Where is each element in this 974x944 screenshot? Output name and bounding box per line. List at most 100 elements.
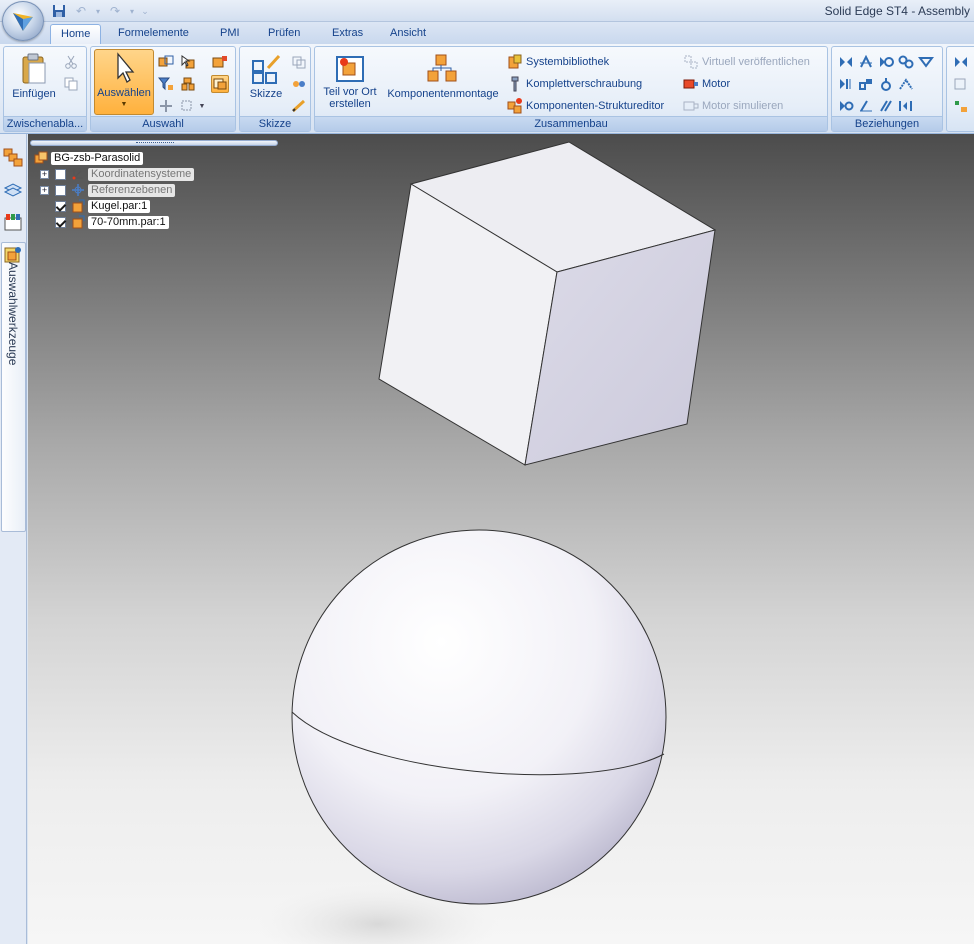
tab-home[interactable]: Home <box>50 24 102 44</box>
cam-icon[interactable] <box>877 75 895 93</box>
select-button[interactable]: Auswählen ▼ <box>94 49 154 115</box>
visibility-checkbox[interactable] <box>55 184 66 196</box>
tree-root-label: BG-zsb-Parasolid <box>51 151 144 165</box>
tab-extras[interactable]: Extras <box>322 24 373 44</box>
layers-icon[interactable] <box>3 180 23 200</box>
visibility-checkbox[interactable] <box>55 168 66 180</box>
part-icon <box>71 215 85 229</box>
tree-root[interactable]: BG-zsb-Parasolid <box>34 151 144 165</box>
visibility-checkbox[interactable] <box>55 200 66 212</box>
mate-icon[interactable] <box>837 53 855 71</box>
sketch-label: Skizze <box>249 88 283 100</box>
application-button[interactable] <box>2 1 44 41</box>
axial-align-icon[interactable] <box>877 53 895 71</box>
tree-item-70-70mm[interactable]: 70-70mm.par:1 <box>55 215 169 229</box>
expand-icon[interactable]: + <box>40 185 49 195</box>
select-part-icon[interactable] <box>157 53 175 71</box>
undo-icon[interactable]: ↶ <box>72 3 90 19</box>
tab-ansicht[interactable]: Ansicht <box>380 24 436 44</box>
structure-editor-label: Komponenten-Strukturedi­tor <box>526 100 665 112</box>
highlight-part-icon[interactable] <box>211 53 229 71</box>
feature-library-icon[interactable] <box>3 212 23 232</box>
pane-splitter[interactable] <box>30 140 278 146</box>
part-icon <box>71 199 85 213</box>
relations-group: Beziehungen <box>831 46 943 132</box>
tab-formelemente[interactable]: Formelemente <box>108 24 199 44</box>
3d-viewport[interactable] <box>28 134 974 944</box>
save-icon[interactable] <box>50 3 68 19</box>
tree-item-referenzebenen[interactable]: + Referenzebenen <box>40 183 176 197</box>
cube-part[interactable] <box>378 141 717 466</box>
copy-sketch-icon[interactable] <box>290 53 308 71</box>
structure-editor-button[interactable]: Komponenten-Strukturedi­tor <box>507 97 664 115</box>
cut-icon[interactable] <box>62 53 80 71</box>
gear-relation-icon[interactable] <box>837 97 855 115</box>
face-select-icon[interactable] <box>211 75 229 93</box>
planar-align-icon[interactable] <box>857 53 875 71</box>
chevron-down-icon[interactable]: ▾ <box>94 3 102 19</box>
title-bar: ↶ ▾ ↷ ▾ ⌄ Solid Edge ST4 - Assembly <box>0 0 974 22</box>
chevron-down-icon[interactable]: ▾ <box>128 3 136 19</box>
components-assembly-label: Komponentenmontage <box>387 88 499 100</box>
create-in-place-label-2: erstellen <box>329 98 371 110</box>
parallel-icon[interactable] <box>857 97 875 115</box>
sphere-part[interactable] <box>291 529 667 905</box>
tree-icon[interactable] <box>952 97 970 115</box>
components-assembly-button[interactable]: Komponentenmontage <box>383 53 503 100</box>
flip-icon[interactable] <box>952 53 970 71</box>
assembly-select-icon[interactable] <box>179 75 197 93</box>
paste-button[interactable]: Einfügen <box>8 53 60 100</box>
selection-tools-label: Auswahlwerkzeuge <box>6 262 20 366</box>
visibility-checkbox[interactable] <box>55 216 66 228</box>
fastener-label: Komplettverschraubung <box>526 78 643 90</box>
assembly-scene[interactable] <box>28 134 974 944</box>
simulate-motor-button[interactable]: Motor simulieren <box>683 97 783 115</box>
create-in-place-icon <box>334 53 366 83</box>
assembly-group-label: Zusammenbau <box>315 116 827 131</box>
chevron-down-icon[interactable]: ▼ <box>197 97 207 115</box>
copy-icon[interactable] <box>62 75 80 93</box>
connect-icon[interactable] <box>917 53 935 71</box>
system-library-label: Systembibliothek <box>526 56 610 68</box>
filter-icon[interactable] <box>157 75 175 93</box>
paste-label: Einfügen <box>12 88 56 100</box>
virtual-publish-button[interactable]: Virtuell veröffentlichen <box>683 53 810 71</box>
motor-button[interactable]: Motor <box>683 75 730 93</box>
solid-edge-logo-icon <box>13 13 33 31</box>
redo-icon[interactable]: ↷ <box>106 3 124 19</box>
customize-icon[interactable]: ⌄ <box>140 3 150 19</box>
link-sketch-icon[interactable] <box>290 75 308 93</box>
system-library-button[interactable]: Systembibliothek <box>507 53 609 71</box>
move-icon[interactable] <box>157 97 175 115</box>
insert-icon[interactable] <box>897 53 915 71</box>
create-in-place-button[interactable]: Teil vor Ort erstellen <box>319 53 381 110</box>
side-toolstrip: Auswahlwerkzeuge <box>0 134 27 944</box>
create-in-place-label: Teil vor Ort <box>323 86 377 98</box>
rigid-set-icon[interactable] <box>877 97 895 115</box>
angle-icon[interactable] <box>837 75 855 93</box>
sketch-group-label: Skizze <box>240 116 310 131</box>
sketch-button[interactable]: Skizze <box>244 53 288 100</box>
relations-group-label: Beziehungen <box>832 116 942 131</box>
tree-item-koordinatensysteme[interactable]: + Koordinatensysteme <box>40 167 195 181</box>
tree-item-kugel[interactable]: Kugel.par:1 <box>55 199 151 213</box>
tab-pmi[interactable]: PMI <box>210 24 250 44</box>
fastener-button[interactable]: Komplettverschraubung <box>507 75 642 93</box>
pencil-icon[interactable] <box>290 97 308 115</box>
tree-item-label: Referenzebenen <box>88 183 176 197</box>
center-plane-icon[interactable] <box>897 97 915 115</box>
path-icon[interactable] <box>897 75 915 93</box>
tree-item-label: 70-70mm.par:1 <box>88 215 169 229</box>
tangent-icon[interactable] <box>857 75 875 93</box>
select-cursor-part-icon[interactable] <box>179 53 197 71</box>
expand-icon[interactable]: + <box>40 169 49 179</box>
tree-item-label: Koordinatensysteme <box>88 167 195 181</box>
zone-select-icon[interactable] <box>179 97 197 115</box>
quick-access-toolbar: ↶ ▾ ↷ ▾ ⌄ <box>50 2 150 20</box>
motor-label: Motor <box>702 78 731 90</box>
assembly-pathfinder-icon[interactable] <box>3 148 23 168</box>
ribbon-tabs: Home Formelemente PMI Prüfen Extras Ansi… <box>0 22 974 44</box>
tab-pruefen[interactable]: Prüfen <box>258 24 310 44</box>
show-all-icon[interactable] <box>952 75 970 93</box>
simulate-motor-label: Motor simulieren <box>702 100 784 112</box>
